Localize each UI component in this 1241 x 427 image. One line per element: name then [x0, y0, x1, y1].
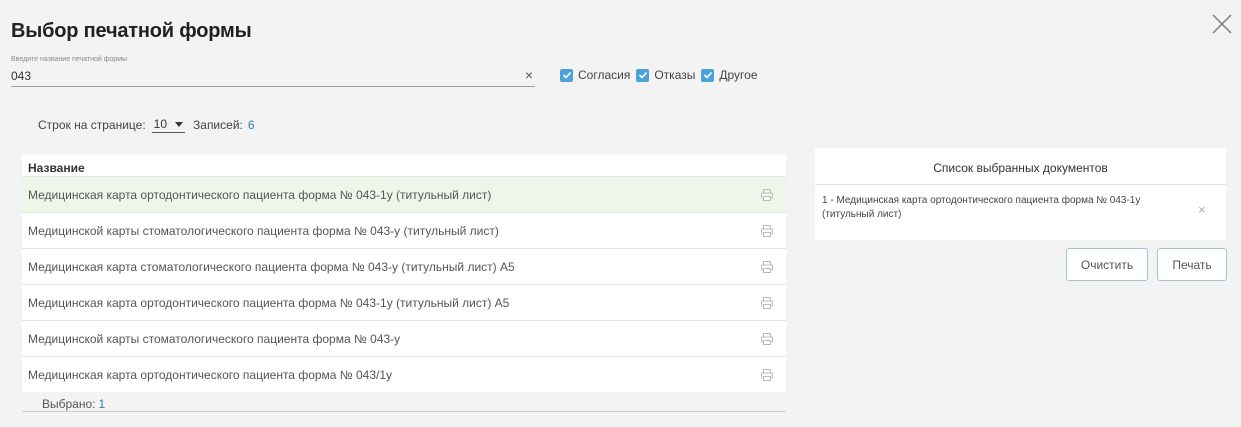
row-name: Медицинская карта ортодонтического пацие… [28, 187, 492, 202]
filter-other-label: Другое [719, 68, 758, 82]
print-forms-table: Название Медицинская карта ортодонтическ… [22, 154, 786, 412]
records-label: Записей: [193, 118, 243, 132]
printer-icon[interactable] [760, 224, 774, 238]
print-button[interactable]: Печать [1157, 248, 1227, 281]
selected-documents-panel: Список выбранных документов 1 - Медицинс… [815, 148, 1226, 240]
column-header-name[interactable]: Название [22, 154, 786, 176]
selected-count-label: Выбрано: [42, 397, 96, 411]
rows-per-page-value: 10 [153, 117, 168, 131]
check-icon [560, 68, 573, 82]
table-row[interactable]: Медицинской карты стоматологического пац… [22, 212, 786, 248]
rows-per-page-select[interactable]: 10 [151, 117, 186, 133]
table-row[interactable]: Медицинская карта ортодонтического пацие… [22, 284, 786, 320]
search-field: Введите название печатной формы × [11, 56, 535, 87]
dialog-title: Выбор печатной формы [11, 20, 252, 42]
row-name: Медицинская карта стоматологического пац… [28, 259, 515, 274]
close-icon[interactable] [1210, 12, 1234, 36]
printer-icon[interactable] [760, 368, 774, 382]
filter-other-checkbox[interactable]: Другое [701, 68, 758, 82]
printer-icon[interactable] [760, 260, 774, 274]
rows-per-page-label: Строк на странице: [38, 118, 146, 132]
search-label: Введите название печатной формы [11, 56, 128, 63]
selected-count-footer: Выбрано: 1 [22, 392, 786, 412]
selected-document-item: 1 - Медицинская карта ортодонтического п… [815, 185, 1226, 222]
table-row[interactable]: Медицинской карты стоматологического пац… [22, 320, 786, 356]
check-icon [701, 68, 715, 82]
printer-icon[interactable] [760, 188, 774, 202]
row-name: Медицинская карта ортодонтического пацие… [28, 367, 393, 382]
selected-documents-title: Список выбранных документов [815, 148, 1226, 185]
selected-count-value: 1 [98, 397, 106, 411]
printer-icon[interactable] [760, 332, 774, 346]
filter-checkboxes: Согласия Отказы Другое [560, 68, 764, 82]
records-count: 6 [247, 118, 255, 132]
filter-consents-label: Согласия [578, 68, 631, 82]
filter-refusals-checkbox[interactable]: Отказы [636, 68, 695, 82]
search-input[interactable] [11, 67, 511, 85]
chevron-down-icon [175, 121, 184, 127]
row-name: Медицинской карты стоматологического пац… [28, 331, 401, 346]
printer-icon[interactable] [760, 296, 774, 310]
row-name: Медицинская карта ортодонтического пацие… [28, 295, 510, 310]
remove-document-icon[interactable]: × [1198, 202, 1206, 217]
filter-refusals-label: Отказы [654, 68, 696, 82]
clear-search-icon[interactable]: × [525, 68, 533, 82]
check-icon [636, 68, 650, 82]
table-row[interactable]: Медицинская карта ортодонтического пацие… [22, 356, 786, 392]
filter-consents-checkbox[interactable]: Согласия [560, 68, 630, 82]
print-form-dialog: Выбор печатной формы Введите название пе… [0, 0, 1241, 427]
row-name: Медицинской карты стоматологического пац… [28, 223, 499, 238]
clear-button[interactable]: Очистить [1066, 248, 1148, 281]
rows-per-page: Строк на странице: 10 Записей: 6 [38, 117, 255, 133]
selected-document-text: 1 - Медицинская карта ортодонтического п… [822, 195, 1141, 220]
table-row[interactable]: Медицинская карта стоматологического пац… [22, 248, 786, 284]
table-row[interactable]: Медицинская карта ортодонтического пацие… [22, 176, 786, 212]
